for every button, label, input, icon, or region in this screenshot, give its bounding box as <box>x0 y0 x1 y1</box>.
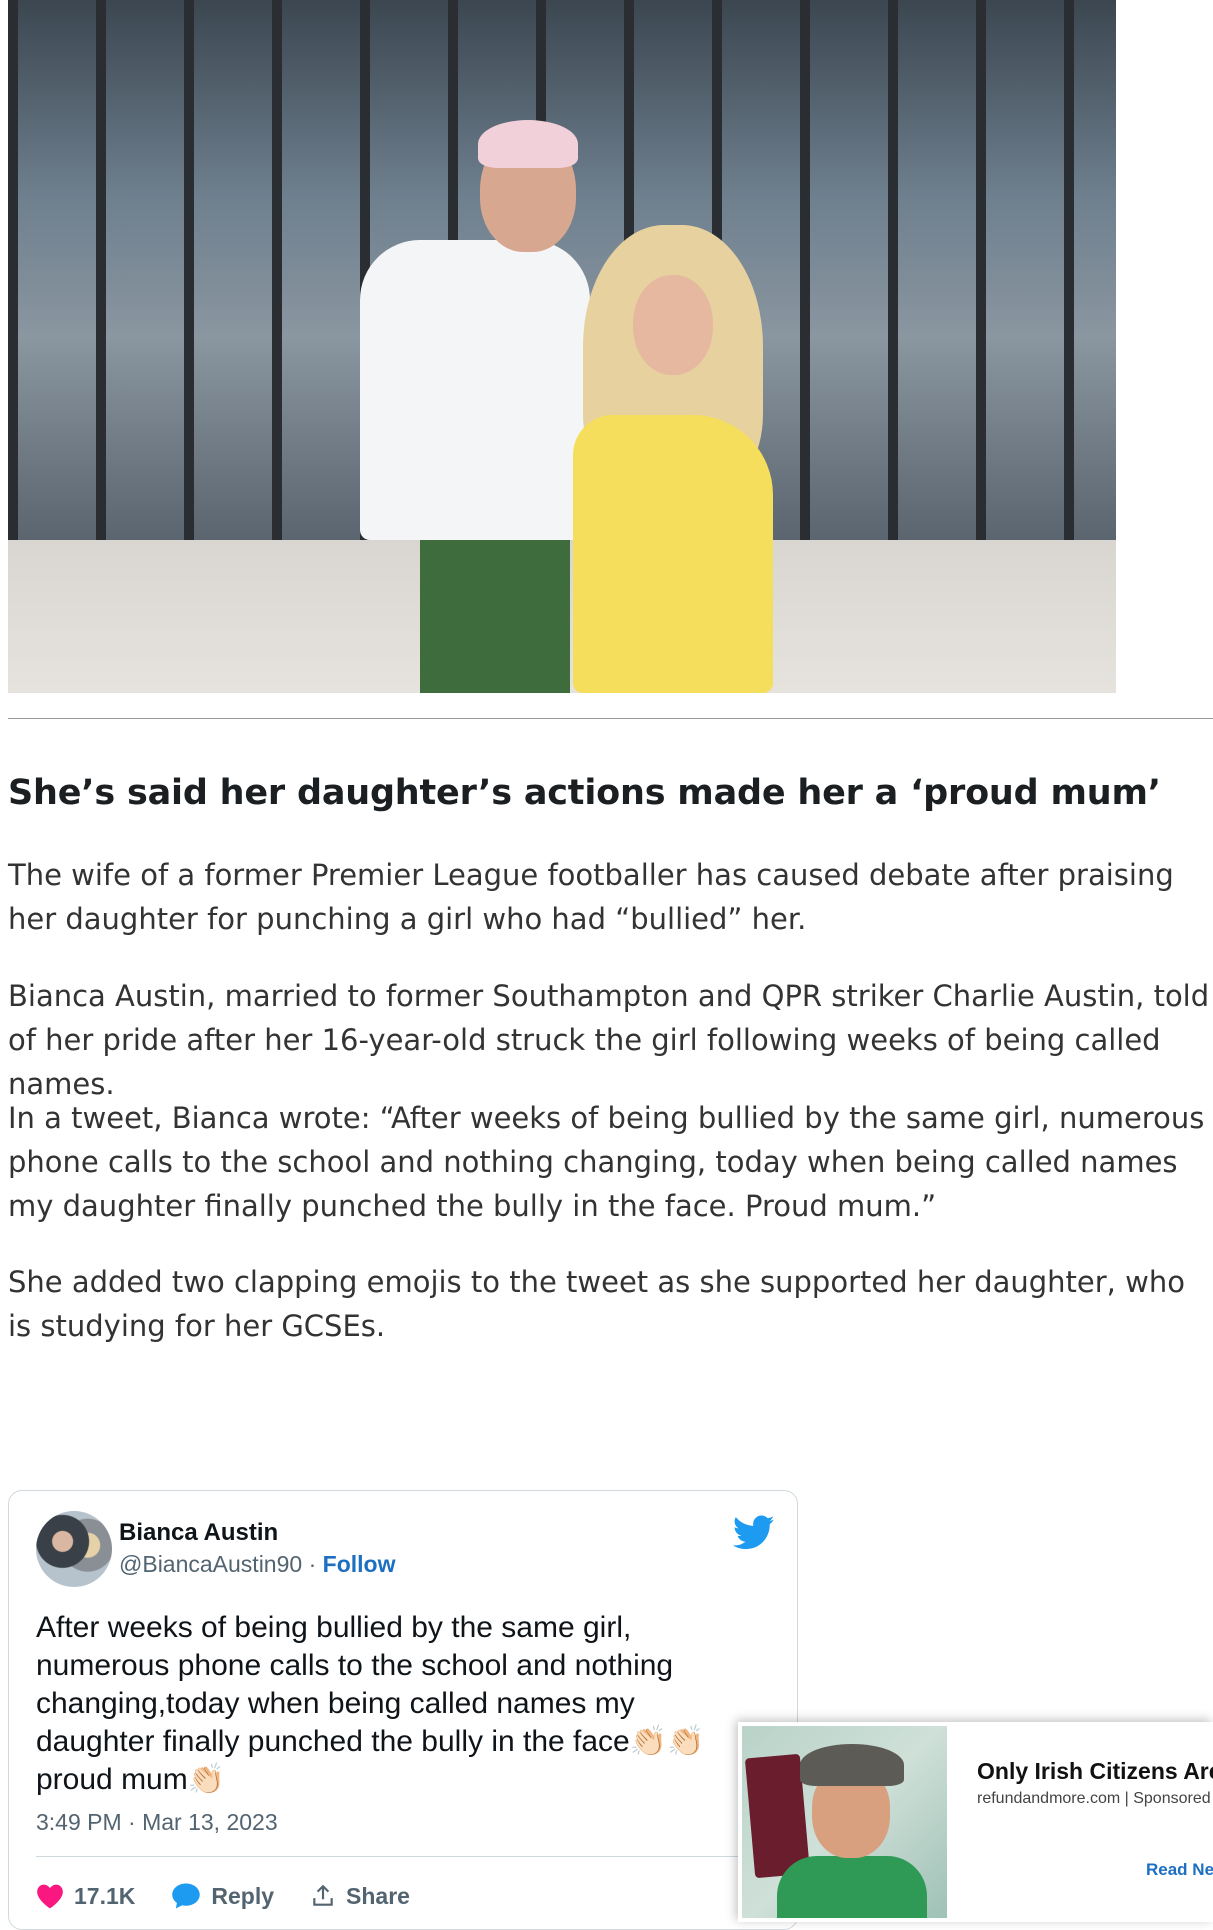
section-headline: She’s said her daughter’s actions made h… <box>8 773 1161 813</box>
avatar[interactable] <box>36 1511 112 1587</box>
article-paragraph: She added two clapping emojis to the twe… <box>8 1265 1185 1343</box>
tweet-separator: · <box>308 1551 317 1577</box>
divider <box>8 718 1213 719</box>
ad-read-next-link[interactable]: Read Next <box>1146 1860 1213 1880</box>
photo-woman <box>563 225 803 693</box>
embedded-tweet[interactable]: Bianca Austin @BiancaAustin90 · Follow A… <box>8 1490 798 1930</box>
reply-button[interactable]: Reply <box>171 1882 274 1910</box>
share-button[interactable]: Share <box>310 1883 410 1910</box>
article-paragraph: In a tweet, Bianca wrote: “After weeks o… <box>8 1101 1205 1223</box>
tweet-handle-row: @BiancaAustin90 · Follow <box>119 1551 395 1578</box>
heart-icon <box>37 1884 63 1909</box>
ad-title[interactable]: Only Irish Citizens Are <box>977 1758 1213 1785</box>
tweet-timestamp[interactable]: 3:49 PM · Mar 13, 2023 <box>36 1809 278 1836</box>
share-icon <box>313 1884 333 1906</box>
tweet-author-name[interactable]: Bianca Austin <box>119 1519 278 1547</box>
tweet-text: After weeks of being bullied by the same… <box>36 1611 705 1796</box>
tweet-divider <box>36 1856 776 1857</box>
article-photo <box>8 0 1116 693</box>
article-paragraph: Bianca Austin, married to former Southam… <box>8 979 1210 1101</box>
share-label: Share <box>346 1882 410 1909</box>
sponsored-ad[interactable]: Only Irish Citizens Are refundandmore.co… <box>738 1722 1213 1922</box>
twitter-bird-icon[interactable] <box>733 1515 775 1551</box>
ad-image[interactable] <box>742 1726 947 1918</box>
tweet-actions: 17.1K Reply Share <box>36 1876 446 1916</box>
article-paragraph: The wife of a former Premier League foot… <box>8 858 1174 936</box>
reply-label: Reply <box>211 1882 275 1909</box>
reply-bubble-icon <box>172 1883 201 1909</box>
like-button[interactable]: 17.1K <box>36 1883 135 1910</box>
ad-source: refundandmore.com | Sponsored <box>977 1790 1211 1807</box>
likes-count: 17.1K <box>74 1882 136 1909</box>
photo-man <box>360 110 590 693</box>
follow-link[interactable]: Follow <box>323 1551 396 1577</box>
tweet-handle[interactable]: @BiancaAustin90 <box>119 1551 302 1577</box>
